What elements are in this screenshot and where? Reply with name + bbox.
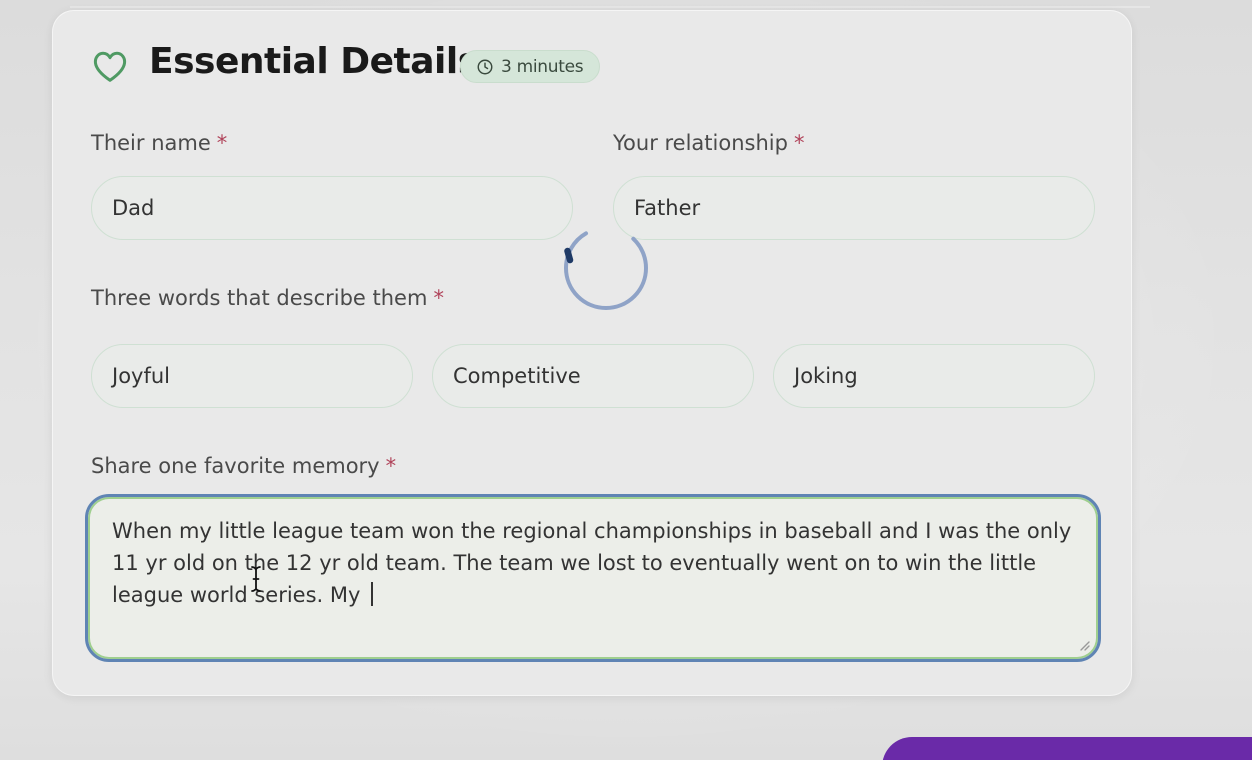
duration-text: 3 minutes <box>501 56 584 77</box>
relationship-label: Your relationship * <box>613 131 804 155</box>
relationship-input[interactable]: Father <box>613 176 1095 240</box>
word-2-input[interactable]: Competitive <box>432 344 754 408</box>
loading-spinner-icon <box>564 226 648 310</box>
text-caret <box>371 582 373 606</box>
relationship-value: Father <box>634 196 701 220</box>
memory-label-text: Share one favorite memory <box>91 454 380 478</box>
three-words-label-text: Three words that describe them <box>91 286 428 310</box>
their-name-value: Dad <box>112 196 155 220</box>
memory-value: When my little league team won the regio… <box>112 519 1072 607</box>
their-name-label: Their name * <box>91 131 227 155</box>
memory-textarea[interactable]: When my little league team won the regio… <box>85 494 1101 662</box>
section-title: Essential Details <box>149 41 479 82</box>
word-3-value: Joking <box>794 364 858 388</box>
required-mark: * <box>216 131 228 155</box>
their-name-input[interactable]: Dad <box>91 176 573 240</box>
word-3-input[interactable]: Joking <box>773 344 1095 408</box>
required-mark: * <box>793 131 805 155</box>
duration-badge: 3 minutes <box>460 50 601 83</box>
required-mark: * <box>385 454 397 478</box>
required-mark: * <box>433 286 444 310</box>
clock-icon <box>477 59 493 74</box>
resize-handle-icon[interactable] <box>1078 639 1090 651</box>
relationship-label-text: Your relationship <box>613 131 788 155</box>
word-2-value: Competitive <box>453 364 581 388</box>
their-name-label-text: Their name <box>91 131 211 155</box>
top-divider <box>70 6 1150 8</box>
three-words-label: Three words that describe them * <box>91 286 444 310</box>
ibeam-cursor-icon <box>251 566 261 592</box>
word-1-value: Joyful <box>112 364 171 388</box>
memory-label: Share one favorite memory * <box>91 454 396 478</box>
continue-button[interactable] <box>882 737 1252 760</box>
word-1-input[interactable]: Joyful <box>91 344 413 408</box>
heart-icon <box>93 51 127 82</box>
